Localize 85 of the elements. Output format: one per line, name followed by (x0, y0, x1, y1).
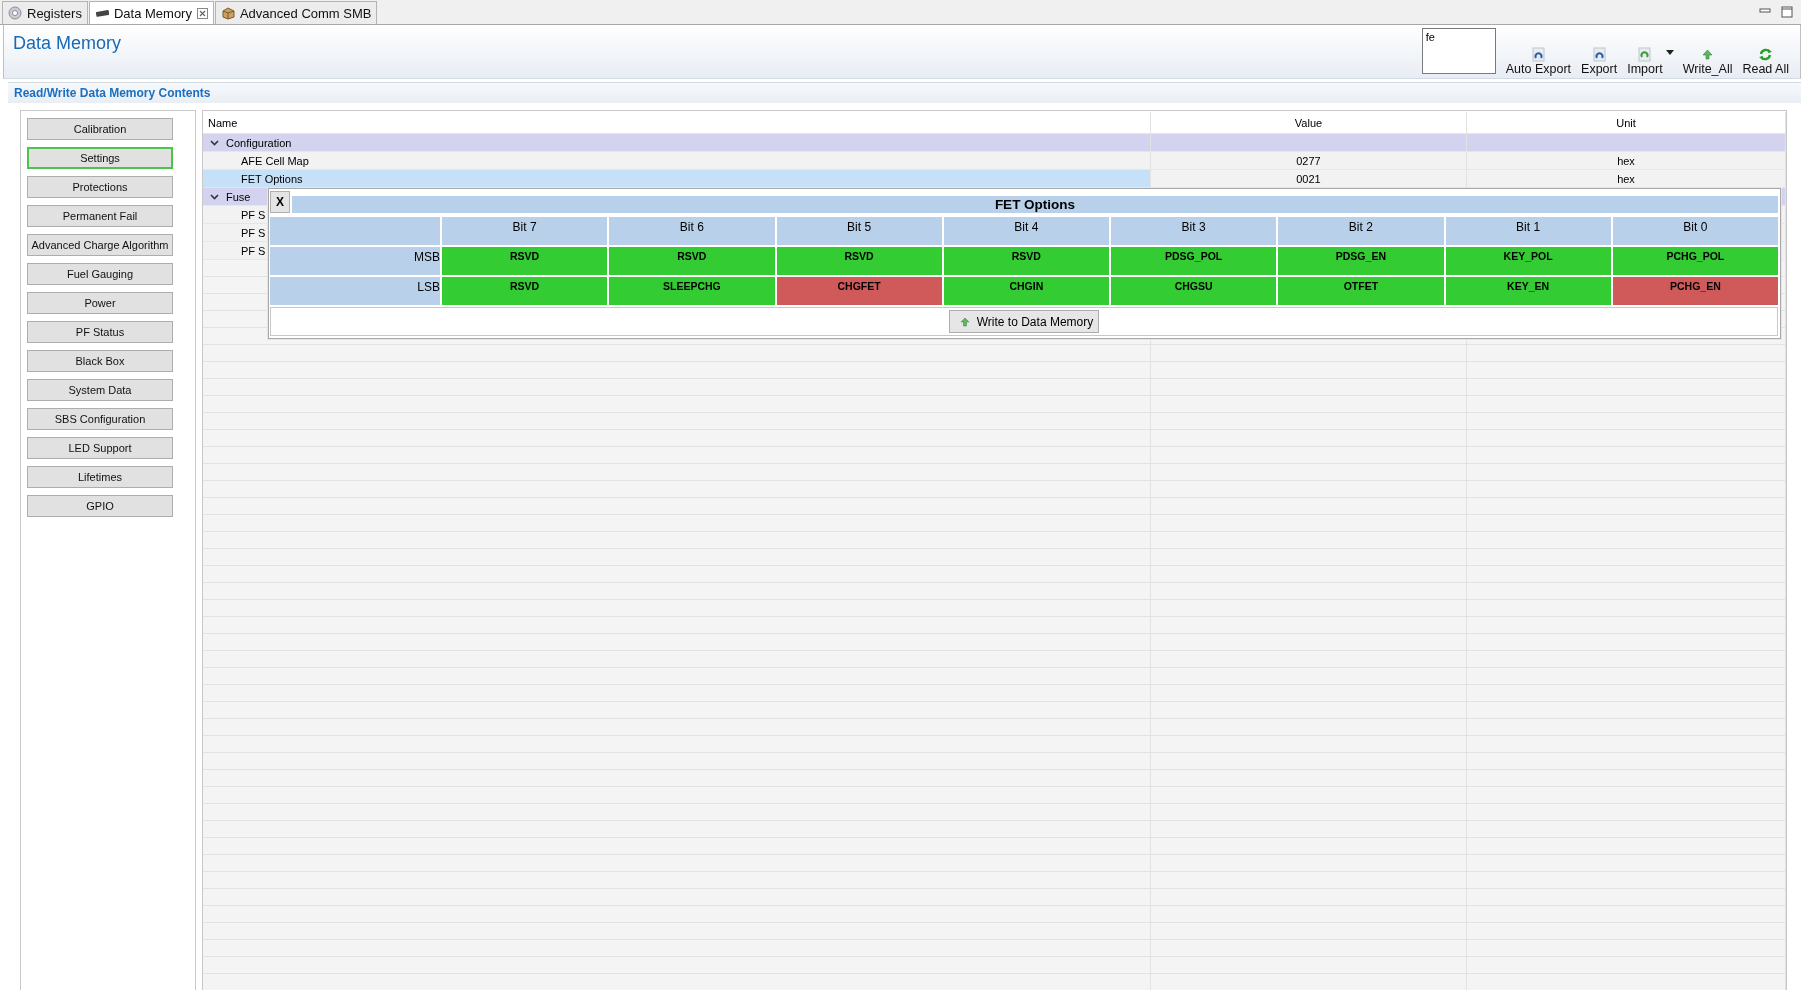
table-cell: 0021 (1296, 172, 1321, 185)
toolbar-button[interactable]: Import (1622, 47, 1668, 76)
popup-title: FET Options (994, 197, 1076, 212)
row-header: LSB (270, 277, 440, 305)
tree-item[interactable]: FET Options (241, 172, 303, 185)
sidebar-button[interactable]: Calibration (27, 118, 173, 140)
document-icon (1530, 47, 1546, 62)
expander[interactable] (210, 192, 219, 201)
close-button[interactable]: X (270, 191, 290, 213)
toolbar-button[interactable]: Write_All (1677, 47, 1738, 76)
table-cell: 0277 (1296, 154, 1321, 167)
sidebar-button[interactable]: Settings (27, 147, 173, 169)
sidebar-button[interactable]: LED Support (27, 437, 173, 459)
column-header: Bit 6 (609, 217, 775, 245)
toolbar-button[interactable]: Read All (1737, 47, 1794, 76)
tab[interactable]: Advanced Comm SMB (214, 1, 378, 24)
column-header: Unit (1467, 112, 1786, 133)
column-header: Bit 7 (442, 217, 608, 245)
refresh-icon (1758, 47, 1774, 62)
column-header: Bit 1 (1445, 217, 1611, 245)
table-cell: hex (1617, 154, 1635, 167)
package-icon (220, 6, 235, 20)
up-arrow-icon (959, 316, 970, 327)
sidebar-button[interactable]: GPIO (27, 495, 173, 517)
sidebar-button[interactable]: Lifetimes (27, 466, 173, 488)
tree-item[interactable]: PF S (241, 226, 266, 239)
sidebar-button[interactable]: Advanced Charge Algorithm (27, 234, 173, 256)
bit-cell[interactable]: PCHG_POL (1612, 247, 1778, 275)
bit-cell[interactable]: RSVD (609, 247, 775, 275)
toolbar-button[interactable]: Auto Export (1500, 47, 1577, 76)
gear-icon (8, 6, 22, 20)
tab[interactable]: Registers (2, 1, 88, 24)
toolbar-button[interactable]: Export (1576, 47, 1623, 76)
document-icon (1637, 47, 1653, 62)
up-arrow-icon (1700, 47, 1716, 62)
tree-item[interactable]: PF S (241, 208, 266, 221)
tree-item[interactable]: AFE Cell Map (241, 154, 309, 167)
bit-cell[interactable]: PDSG_EN (1278, 247, 1444, 275)
bit-cell[interactable]: PCHG_EN (1612, 277, 1778, 305)
maximize-icon (1781, 6, 1793, 18)
bit-cell[interactable]: OTFET (1278, 277, 1444, 305)
minimize-icon (1759, 6, 1771, 16)
bit-cell[interactable]: CHGIN (943, 277, 1109, 305)
sidebar-button[interactable]: Power (27, 292, 173, 314)
sidebar-button[interactable]: System Data (27, 379, 173, 401)
sidebar-button[interactable]: Protections (27, 176, 173, 198)
bit-cell[interactable]: KEY_POL (1445, 247, 1611, 275)
tree-item[interactable]: Configuration (226, 136, 292, 149)
bit-cell[interactable]: CHGSU (1111, 277, 1277, 305)
bit-cell[interactable]: RSVD (442, 247, 608, 275)
bit-cell[interactable]: PDSG_POL (1111, 247, 1277, 275)
tab[interactable]: Data Memory (88, 1, 214, 24)
tree-item[interactable]: PF S (241, 244, 266, 257)
close-icon (196, 7, 208, 19)
bit-cell[interactable]: RSVD (776, 247, 942, 275)
bit-cell[interactable]: CHGFET (776, 277, 942, 305)
table-cell: hex (1617, 172, 1635, 185)
column-header: Bit 5 (776, 217, 942, 245)
tree-item[interactable]: Fuse (226, 190, 251, 203)
page-title: Data Memory (12, 32, 122, 54)
bit-cell[interactable]: SLEEPCHG (609, 277, 775, 305)
document-icon (1591, 47, 1607, 62)
column-header: Bit 4 (943, 217, 1109, 245)
write-button[interactable]: Write to Data Memory (948, 310, 1100, 333)
sidebar-button[interactable]: Permanent Fail (27, 205, 173, 227)
section-title: Read/Write Data Memory Contents (13, 86, 211, 100)
chevron-down-icon (210, 192, 219, 201)
sidebar-button[interactable]: Black Box (27, 350, 173, 372)
dropdown-button[interactable] (1665, 49, 1674, 55)
caret-icon (1665, 49, 1674, 55)
column-header: Bit 0 (1612, 217, 1778, 245)
bit-cell[interactable]: RSVD (943, 247, 1109, 275)
column-header: Name (203, 112, 1151, 133)
sidebar-button[interactable]: Fuel Gauging (27, 263, 173, 285)
sidebar-button[interactable]: PF Status (27, 321, 173, 343)
column-header: Bit 3 (1111, 217, 1277, 245)
chevron-down-icon (210, 138, 219, 147)
sidebar-button[interactable]: SBS Configuration (27, 408, 173, 430)
bit-cell[interactable]: KEY_EN (1445, 277, 1611, 305)
column-header: Value (1151, 112, 1467, 133)
expander[interactable] (210, 138, 219, 147)
column-header: Bit 2 (1278, 217, 1444, 245)
row-header: MSB (270, 247, 440, 275)
bit-cell[interactable]: RSVD (442, 277, 608, 305)
search-field[interactable]: fe (1421, 28, 1496, 74)
